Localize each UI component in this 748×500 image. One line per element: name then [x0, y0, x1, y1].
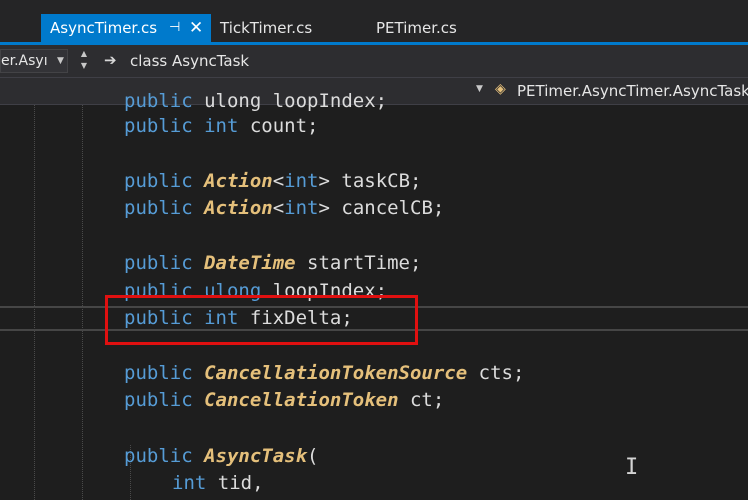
project-dropdown[interactable]: er.Asyı ▼: [0, 49, 68, 73]
code-keyword: public: [124, 362, 193, 384]
annotation-highlight-box: [105, 295, 418, 345]
code-keyword: int: [284, 170, 319, 192]
code-line[interactable]: public CancellationTokenSource cts;: [124, 360, 524, 387]
code-text: ct;: [398, 389, 445, 411]
member-dropdown[interactable]: PETimer.AsyncTimer.AsyncTask: [517, 82, 748, 100]
close-icon[interactable]: ✕: [189, 14, 203, 42]
code-keyword: int: [192, 115, 239, 137]
navigation-bar: er.Asyı ▼ ▲ ▼ ➔ class AsyncTask: [0, 45, 748, 78]
code-text: > taskCB;: [318, 170, 422, 192]
code-keyword: int: [172, 472, 207, 494]
pin-icon[interactable]: ⊣: [169, 14, 180, 42]
code-line[interactable]: public AsyncTask(: [124, 443, 318, 470]
class-member-icon: ◈: [495, 81, 506, 97]
code-editor[interactable]: public ulong loopIndex; public int count…: [0, 90, 748, 500]
code-text: cts;: [467, 362, 525, 384]
project-dropdown-value: er.Asyı: [1, 53, 48, 69]
chevron-down-icon: ▼: [57, 56, 64, 66]
code-type: CancellationTokenSource: [192, 362, 468, 384]
code-text: count;: [238, 115, 319, 137]
code-text: > cancelCB;: [318, 197, 445, 219]
code-line[interactable]: public Action<int> cancelCB;: [124, 195, 444, 222]
tab-label: AsyncTimer.cs: [50, 19, 158, 37]
indent-guide: [34, 105, 35, 500]
nav-scroll-arrows[interactable]: ▲ ▼: [76, 48, 92, 75]
indent-guide: [82, 105, 83, 500]
code-keyword: public: [124, 90, 193, 112]
code-line[interactable]: public ulong loopIndex;: [124, 88, 387, 115]
code-line[interactable]: public int count;: [124, 113, 318, 140]
code-type: CancellationToken: [192, 389, 399, 411]
tab-petimer[interactable]: PETimer.cs: [376, 14, 457, 42]
text-cursor-icon: I: [625, 455, 639, 480]
code-line[interactable]: public Action<int> taskCB;: [124, 168, 421, 195]
code-line[interactable]: public CancellationToken ct;: [124, 387, 444, 414]
class-dropdown[interactable]: class AsyncTask: [130, 52, 249, 70]
code-keyword: public: [124, 252, 193, 274]
tab-label: PETimer.cs: [376, 19, 457, 37]
code-keyword: public: [124, 389, 193, 411]
chevron-down-icon[interactable]: ▼: [476, 84, 483, 94]
code-type: DateTime: [192, 252, 296, 274]
code-line[interactable]: int tid,: [172, 470, 264, 497]
tab-asynctimer[interactable]: AsyncTimer.cs ⊣ ✕: [41, 14, 211, 42]
code-keyword: public: [124, 170, 193, 192]
code-type: Action: [192, 170, 273, 192]
code-keyword: public: [124, 197, 193, 219]
tab-label: TickTimer.cs: [220, 19, 313, 37]
code-text: startTime;: [295, 252, 422, 274]
code-text: tid,: [206, 472, 264, 494]
code-text: <: [272, 197, 285, 219]
arrow-right-icon: ➔: [104, 51, 117, 69]
tab-ticktimer[interactable]: TickTimer.cs: [220, 14, 312, 42]
code-keyword: public: [124, 445, 193, 467]
code-line[interactable]: public DateTime startTime;: [124, 250, 421, 277]
code-keyword: public: [124, 115, 193, 137]
code-text: <: [272, 170, 285, 192]
code-text: ulong loopIndex;: [192, 90, 388, 112]
code-type: AsyncTask: [192, 445, 308, 467]
code-text: (: [307, 445, 319, 467]
code-keyword: int: [284, 197, 319, 219]
code-type: Action: [192, 197, 273, 219]
document-tab-strip: AsyncTimer.cs ⊣ ✕ TickTimer.cs PETimer.c…: [0, 0, 748, 45]
